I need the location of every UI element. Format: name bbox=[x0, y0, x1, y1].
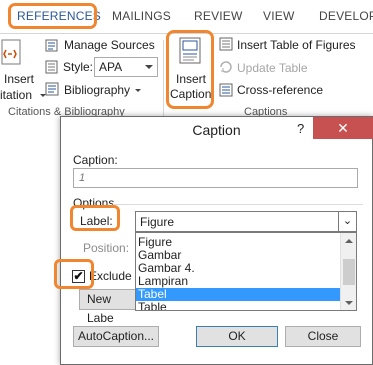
label-dropdown[interactable]: Figure ⌄ bbox=[135, 211, 357, 232]
close-button[interactable]: Close bbox=[285, 326, 361, 347]
chevron-down-icon bbox=[145, 65, 153, 69]
insert-citation-label-2[interactable]: itation bbox=[0, 88, 32, 102]
references-tab-highlight bbox=[8, 3, 97, 29]
update-table-icon bbox=[220, 61, 232, 73]
manage-sources-icon bbox=[45, 39, 58, 52]
table-of-figures-icon bbox=[219, 37, 233, 51]
autocaption-button[interactable]: AutoCaption... bbox=[73, 326, 159, 347]
insert-caption-highlight bbox=[166, 30, 214, 109]
label-highlight bbox=[70, 205, 120, 231]
options-divider bbox=[113, 204, 363, 205]
chevron-down-icon bbox=[135, 89, 141, 92]
cross-reference-button[interactable]: Cross-reference bbox=[237, 83, 323, 97]
caption-dialog: Caption ? ✕ Caption: 1 Options Label: Fi… bbox=[54, 116, 373, 365]
chevron-down-icon[interactable]: ⌄ bbox=[338, 212, 356, 231]
update-table-button[interactable]: Update Table bbox=[237, 61, 308, 75]
style-icon bbox=[45, 60, 58, 74]
label-listbox[interactable]: Figure Gambar Gambar 4. Lampiran Tabel T… bbox=[135, 232, 357, 311]
help-icon[interactable]: ? bbox=[297, 121, 304, 136]
list-item[interactable]: Table bbox=[136, 301, 341, 311]
scroll-down-icon[interactable] bbox=[345, 301, 353, 305]
position-label: Position: bbox=[83, 241, 130, 255]
ribbon-tab-bar: REFERENCES MAILINGS REVIEW VIEW DEVELOPE bbox=[0, 0, 373, 34]
tab-view[interactable]: VIEW bbox=[263, 9, 294, 23]
insert-citation-label[interactable]: Insert bbox=[4, 72, 34, 86]
scroll-up-icon[interactable] bbox=[345, 239, 353, 243]
listbox-scrollbar[interactable] bbox=[340, 233, 356, 310]
scroll-thumb[interactable] bbox=[343, 259, 355, 285]
insert-table-of-figures-button[interactable]: Insert Table of Figures bbox=[237, 38, 356, 52]
bibliography-button[interactable]: Bibliography bbox=[64, 83, 130, 97]
checkbox-highlight bbox=[54, 259, 94, 289]
caption-input[interactable]: 1 bbox=[73, 168, 358, 188]
caption-field-label: Caption: bbox=[73, 153, 118, 167]
tab-mailings[interactable]: MAILINGS bbox=[112, 9, 171, 23]
tab-review[interactable]: REVIEW bbox=[194, 9, 243, 23]
tab-developer[interactable]: DEVELOPE bbox=[319, 9, 373, 23]
style-value: APA bbox=[99, 60, 123, 74]
style-dropdown[interactable]: APA bbox=[94, 57, 158, 77]
style-label: Style: bbox=[63, 60, 94, 74]
list-item[interactable]: Lampiran bbox=[136, 275, 341, 288]
bibliography-icon bbox=[45, 82, 59, 96]
group-divider bbox=[163, 40, 164, 116]
close-icon[interactable]: ✕ bbox=[313, 117, 373, 139]
insert-citation-icon[interactable] bbox=[0, 38, 26, 68]
ok-button[interactable]: OK bbox=[196, 326, 278, 347]
cross-reference-icon bbox=[219, 83, 233, 97]
manage-sources-button[interactable]: Manage Sources bbox=[64, 38, 155, 52]
new-label-button[interactable]: New Labe bbox=[79, 289, 139, 325]
label-dropdown-value: Figure bbox=[140, 215, 175, 229]
